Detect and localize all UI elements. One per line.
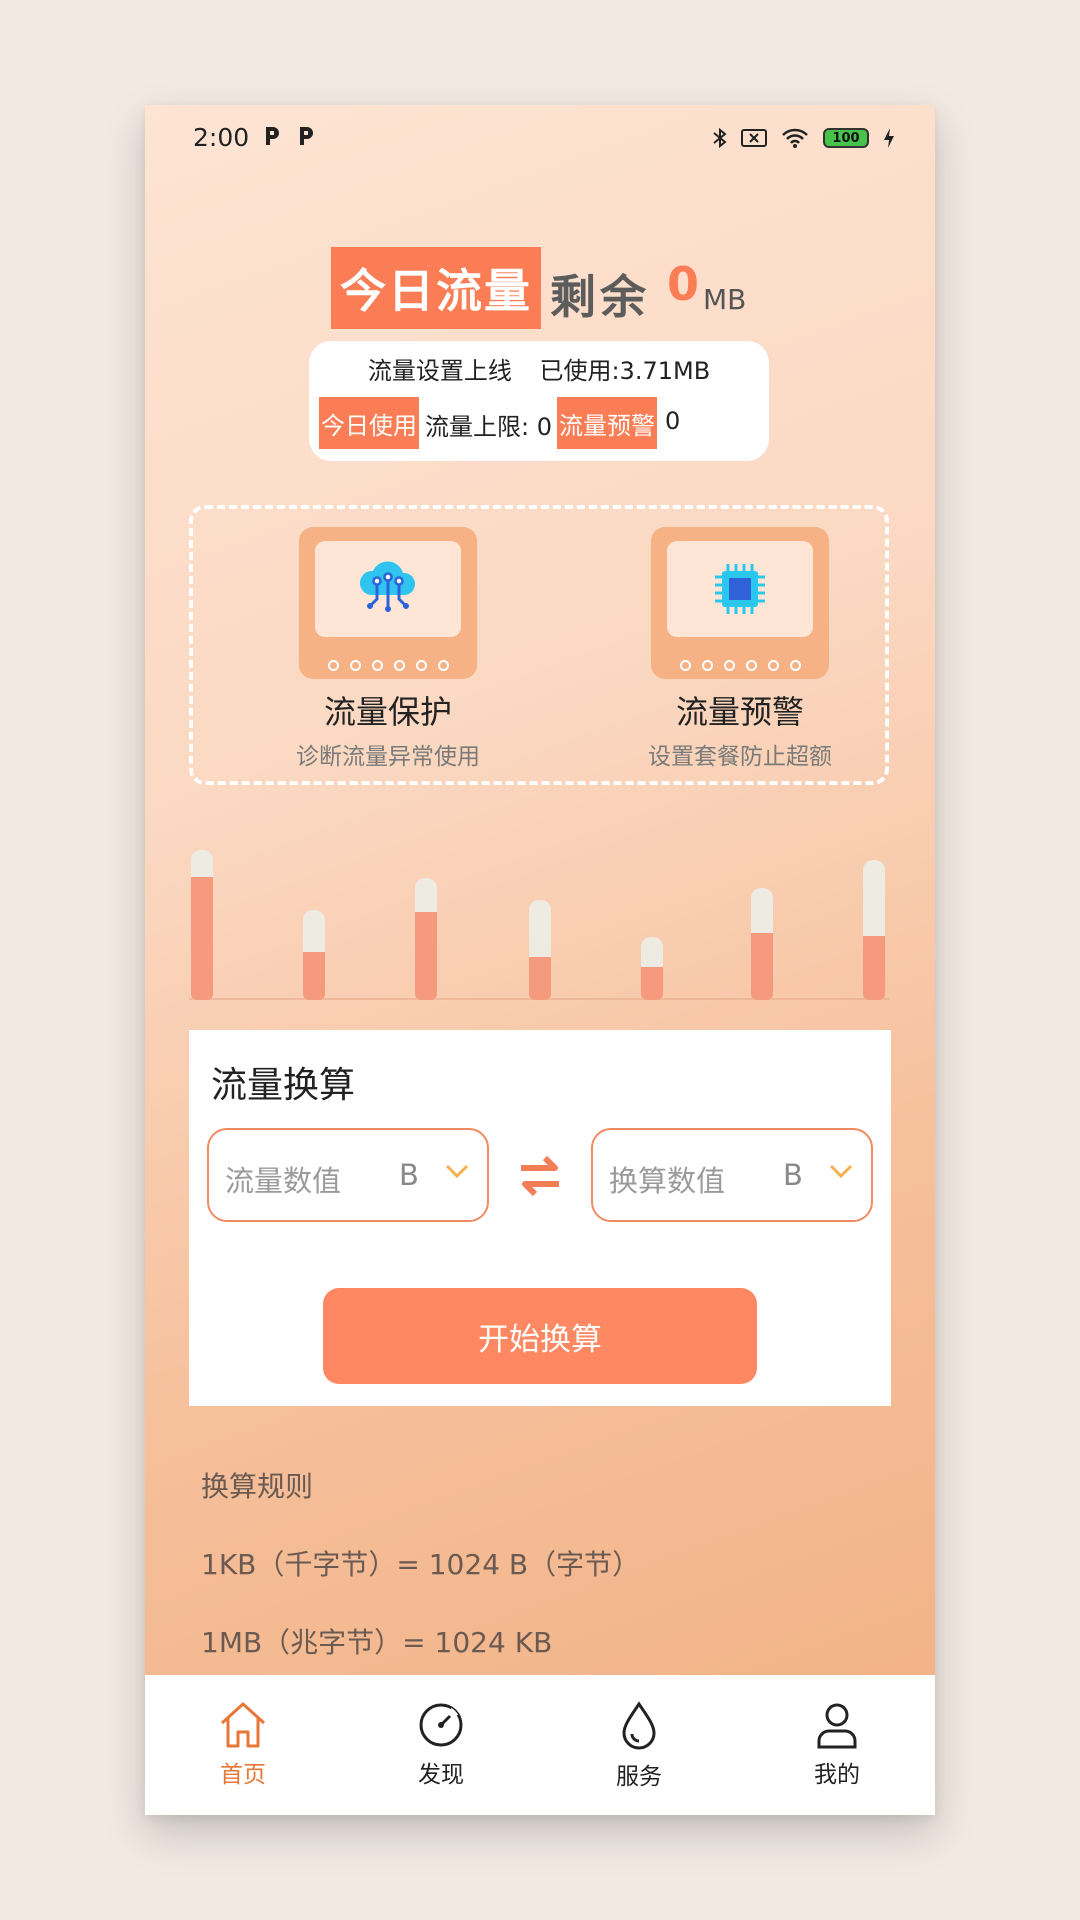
feature-dots xyxy=(651,660,829,671)
usage-bar xyxy=(415,878,437,1000)
usage-bar-fill xyxy=(303,952,325,1000)
warning-value: 0 xyxy=(665,407,681,435)
feature-flow-protect[interactable]: 流量保护 诊断流量异常使用 xyxy=(243,527,533,771)
usage-bar xyxy=(529,900,551,1000)
swap-icon[interactable] xyxy=(517,1155,563,1197)
parking-icon xyxy=(300,127,313,145)
bluetooth-icon xyxy=(713,127,727,149)
usage-bar xyxy=(641,937,663,1000)
tab-label: 首页 xyxy=(220,1762,266,1788)
status-time: 2:00 xyxy=(193,123,250,152)
usage-bar xyxy=(303,910,325,1000)
usage-bar xyxy=(751,888,773,1000)
chip-icon xyxy=(715,564,765,614)
tab-label: 我的 xyxy=(814,1762,860,1788)
drop-icon xyxy=(622,1701,656,1750)
limit-text: 流量上限: 0 xyxy=(425,413,552,441)
remain-unit: MB xyxy=(703,283,747,316)
remain-label: 剩余 xyxy=(550,270,650,324)
input-placeholder: 流量数值 xyxy=(225,1164,342,1198)
today-usage-chip[interactable]: 今日使用 xyxy=(319,397,419,449)
sim-off-icon xyxy=(741,129,767,147)
status-icons: 100 xyxy=(713,127,895,149)
used-amount: 已使用:3.71MB xyxy=(539,357,711,385)
bottom-tab-bar: 首页 发现 服务 我的 xyxy=(145,1675,935,1815)
home-icon xyxy=(220,1702,266,1748)
cloud-network-icon xyxy=(359,561,416,612)
feature-title: 流量预警 xyxy=(675,693,804,731)
usage-bar-chart xyxy=(189,845,889,1000)
usage-bar-fill xyxy=(529,957,551,1000)
converter-card: 流量换算 流量数值 B 换算数值 B 开始换算 xyxy=(189,1030,891,1406)
output-placeholder: 换算数值 xyxy=(609,1164,726,1198)
tab-label: 发现 xyxy=(418,1762,464,1788)
hero-tag: 今日流量 xyxy=(331,247,541,329)
warning-chip[interactable]: 流量预警 xyxy=(557,397,657,449)
usage-summary: 流量设置上线 已使用:3.71MB xyxy=(309,351,769,386)
usage-bar xyxy=(191,850,213,1000)
feature-subtitle: 设置套餐防止超额 xyxy=(648,744,832,770)
tab-service[interactable]: 服务 xyxy=(579,1701,699,1791)
parking-icon xyxy=(266,127,279,145)
tab-mine[interactable]: 我的 xyxy=(777,1701,897,1789)
output-unit-select[interactable]: B xyxy=(783,1158,803,1192)
input-unit-select[interactable]: B xyxy=(399,1158,419,1192)
charging-icon xyxy=(884,128,894,148)
conversion-rules: 换算规则 1KB（千字节）= 1024 B（字节） 1MB（兆字节）= 1024… xyxy=(201,1465,640,1699)
usage-bar-fill xyxy=(863,936,885,1000)
feature-device-frame xyxy=(299,527,477,679)
converter-title: 流量换算 xyxy=(211,1065,356,1106)
feature-dots xyxy=(299,660,477,671)
rules-title: 换算规则 xyxy=(201,1470,314,1503)
tab-discover[interactable]: 发现 xyxy=(381,1701,501,1789)
phone-screen: 2:00 100 今日流量 剩余 0 MB 流量设置上线 已使用:3.71MB … xyxy=(145,105,935,1815)
feature-title: 流量保护 xyxy=(323,693,452,731)
usage-bar-fill xyxy=(751,933,773,1000)
converted-value-input[interactable]: 换算数值 B xyxy=(591,1128,873,1222)
feature-subtitle: 诊断流量异常使用 xyxy=(296,744,480,770)
feature-device-frame xyxy=(651,527,829,679)
compass-icon xyxy=(419,1703,463,1747)
hero-header: 今日流量 剩余 0 MB xyxy=(145,247,935,333)
tab-label: 服务 xyxy=(616,1764,662,1790)
usage-bar-fill xyxy=(641,967,663,1000)
usage-bar-fill xyxy=(191,877,213,1000)
usage-bar-fill xyxy=(415,912,437,1000)
rule-item: 1KB（千字节）= 1024 B（字节） xyxy=(201,1548,641,1581)
limit-setting-label: 流量设置上线 xyxy=(367,357,512,385)
flow-value-input[interactable]: 流量数值 B xyxy=(207,1128,489,1222)
usage-bar xyxy=(863,860,885,1000)
tab-home[interactable]: 首页 xyxy=(183,1701,303,1789)
usage-info-card: 流量设置上线 已使用:3.71MB 今日使用 流量上限: 0 流量预警 0 xyxy=(309,341,769,461)
feature-panel: 流量保护 诊断流量异常使用 流量预警 设置套餐防止超额 xyxy=(189,505,889,785)
chevron-down-icon[interactable] xyxy=(445,1164,469,1178)
battery-icon: 100 xyxy=(823,128,869,148)
remain-value: 0 xyxy=(667,257,700,311)
feature-flow-warning[interactable]: 流量预警 设置套餐防止超额 xyxy=(595,527,885,771)
wifi-icon xyxy=(782,128,808,148)
user-icon xyxy=(817,1703,857,1749)
chevron-down-icon[interactable] xyxy=(829,1164,853,1178)
status-bar: 2:00 100 xyxy=(145,105,935,175)
start-convert-button[interactable]: 开始换算 xyxy=(323,1288,757,1384)
